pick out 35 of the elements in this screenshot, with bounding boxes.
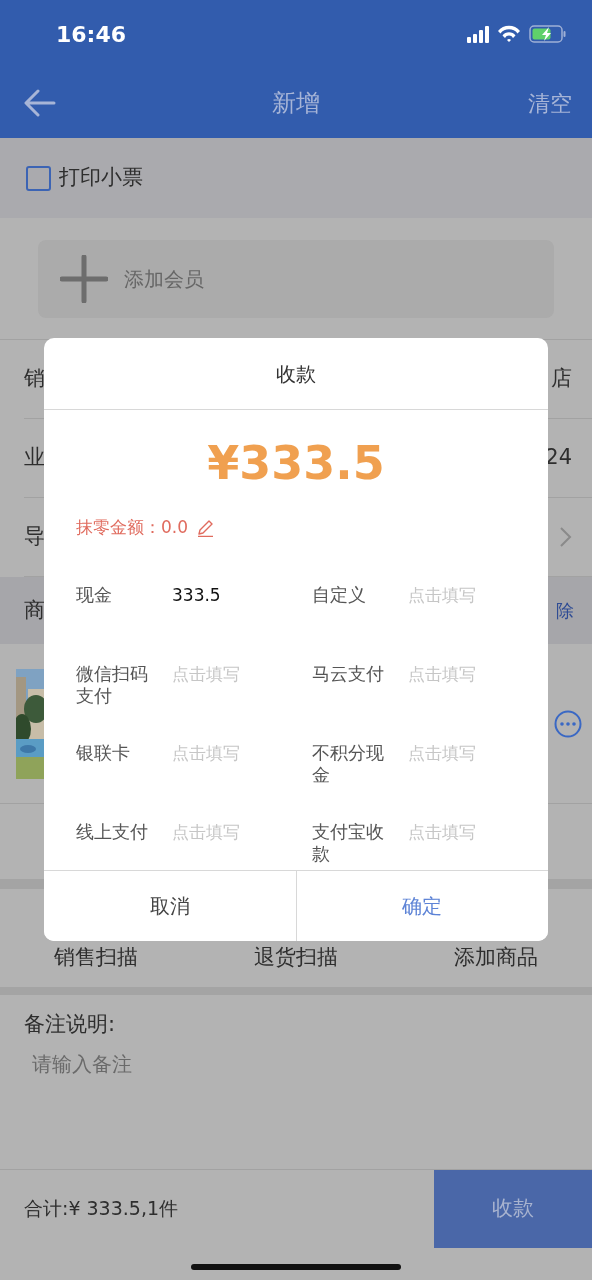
plus-icon: [60, 255, 108, 303]
print-checkbox[interactable]: [26, 165, 51, 191]
cancel-button[interactable]: 取消: [44, 871, 297, 941]
chevron-icon[interactable]: [559, 526, 572, 548]
payment-label: 线上支付: [76, 820, 149, 844]
payment-label: 支付宝收款: [312, 820, 385, 866]
payment-label: 马云支付: [312, 662, 385, 686]
field-label: 销: [24, 365, 45, 393]
field-value: 24: [545, 444, 572, 472]
print-label: 打印小票: [59, 164, 143, 192]
status-time: 16:46: [56, 20, 127, 49]
wifi-icon: [497, 25, 521, 43]
more-icon[interactable]: [554, 709, 582, 738]
dialog-title: 收款: [276, 360, 316, 388]
remark-field[interactable]: 请输入备注: [24, 1040, 568, 1087]
back-arrow-icon: [24, 89, 57, 117]
signal-icon: [467, 25, 489, 43]
field-value: 店: [551, 365, 572, 393]
payment-label: 微信扫码支付: [76, 662, 149, 708]
back-button[interactable]: [24, 89, 57, 117]
rounding-text: 抹零金额：0.0: [76, 516, 189, 540]
amount-text: ¥333.5: [207, 436, 385, 490]
remark-label: 备注说明:: [24, 1011, 117, 1038]
payment-label: 银联卡: [76, 741, 131, 765]
edit-icon[interactable]: [196, 518, 215, 537]
payment-label: 不积分现金: [312, 741, 385, 787]
field-label: 业: [24, 444, 45, 472]
delete-link[interactable]: 除: [556, 597, 574, 624]
total-text: 合计:¥ 333.5,1件: [24, 1196, 179, 1222]
section-title: 商: [24, 596, 45, 624]
payment-label: 自定义: [312, 583, 367, 607]
page-title: 新增: [272, 88, 320, 119]
payment-label: 现金: [76, 583, 113, 607]
field-label: 导: [24, 523, 45, 551]
battery-icon: [529, 25, 566, 43]
